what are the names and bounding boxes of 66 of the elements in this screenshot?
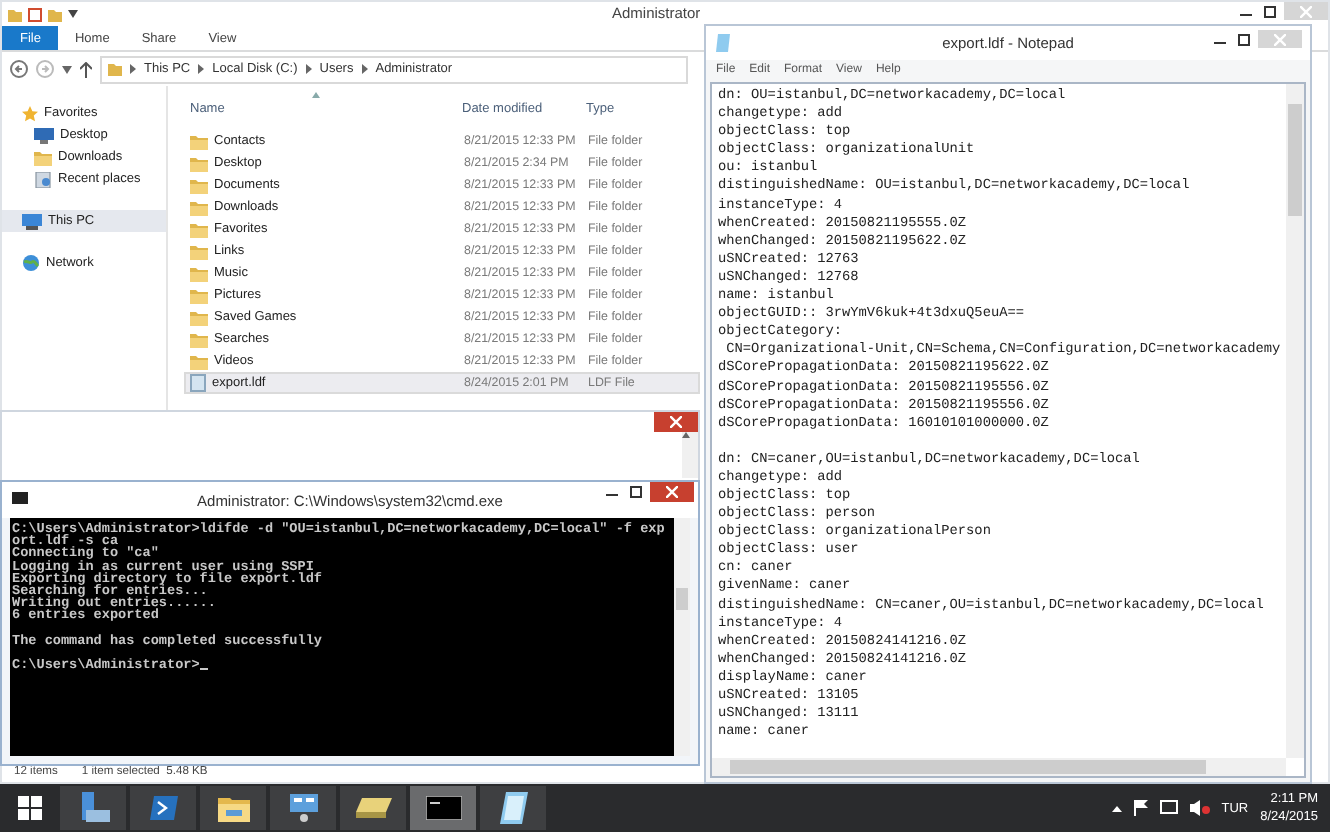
maximize-icon	[1238, 33, 1250, 45]
console-icon	[12, 492, 28, 504]
close-icon	[1274, 33, 1286, 45]
computer-icon	[22, 213, 42, 229]
chevron-icon	[198, 64, 205, 74]
chevron-icon	[130, 64, 136, 74]
chevron-icon	[361, 64, 368, 74]
chevron-up-icon	[1111, 805, 1122, 811]
folder-icon	[190, 243, 208, 259]
chevron-icon	[305, 64, 312, 74]
console-icon	[425, 796, 461, 820]
maximize-icon	[630, 485, 642, 497]
scrollbar[interactable]	[1286, 84, 1304, 758]
dropdown-icon	[62, 65, 72, 73]
close-button[interactable]	[650, 482, 694, 502]
folder-icon	[190, 221, 208, 237]
up-icon	[80, 61, 92, 77]
folder-icon	[190, 309, 208, 325]
folder-icon	[34, 149, 52, 165]
drive-icon	[355, 798, 391, 818]
close-icon	[670, 416, 682, 428]
speaker-muted-icon	[1189, 800, 1210, 816]
taskbar-button[interactable]	[60, 786, 126, 830]
folder-icon	[217, 794, 249, 822]
taskbar-button[interactable]	[480, 786, 546, 830]
taskbar-button[interactable]	[200, 786, 266, 830]
scrollbar[interactable]	[674, 518, 690, 756]
notepad-icon	[716, 34, 730, 52]
maximize-button[interactable]	[626, 482, 646, 500]
close-icon	[666, 486, 678, 498]
terminal-icon	[149, 796, 177, 820]
back-icon	[10, 60, 28, 78]
scrollbar[interactable]	[712, 758, 1286, 776]
restore-button[interactable]	[1260, 2, 1280, 20]
folder-icon	[190, 199, 208, 215]
taskbar-button[interactable]	[340, 786, 406, 830]
scrollbar[interactable]	[682, 432, 698, 478]
file-icon	[190, 374, 206, 392]
console[interactable]	[10, 518, 690, 756]
folder-icon	[8, 7, 22, 21]
star-icon	[22, 105, 38, 121]
taskbar-button[interactable]	[270, 786, 336, 830]
folder-icon	[48, 7, 62, 21]
forward-icon	[36, 60, 54, 78]
folder-icon	[190, 265, 208, 281]
server-icon	[77, 792, 109, 824]
windows-icon	[18, 796, 42, 820]
folder-icon	[190, 331, 208, 347]
globe-icon	[22, 254, 40, 272]
monitor-icon	[34, 127, 54, 143]
flag-icon	[1133, 800, 1148, 816]
taskbar-button[interactable]	[410, 786, 476, 830]
maximize-button[interactable]	[1234, 30, 1254, 48]
folder-icon	[190, 177, 208, 193]
close-button[interactable]	[654, 412, 698, 432]
text-cursor	[199, 668, 208, 671]
folder-icon	[190, 287, 208, 303]
document-icon	[34, 171, 52, 187]
notepad-icon	[499, 792, 527, 824]
folder-icon	[190, 155, 208, 171]
dropdown-icon	[68, 10, 78, 18]
folder-icon	[108, 62, 122, 76]
folder-icon	[190, 353, 208, 369]
folder-icon	[190, 133, 208, 149]
maximize-icon	[1264, 5, 1276, 17]
sort-icon	[312, 92, 320, 98]
